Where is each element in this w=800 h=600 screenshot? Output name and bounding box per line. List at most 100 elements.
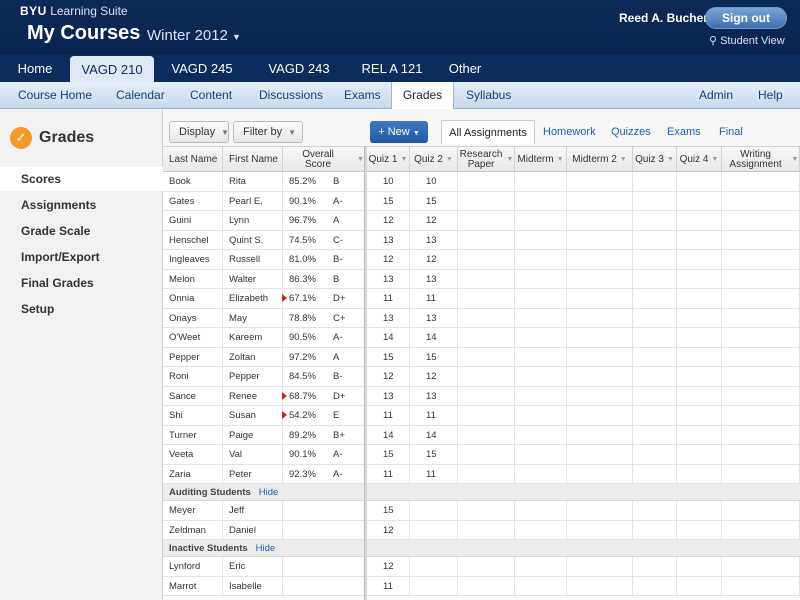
empty-score-cell[interactable] xyxy=(515,445,567,465)
quiz1-score-cell[interactable]: 12 xyxy=(367,557,410,577)
table-row[interactable]: Turner Paige 89.2% B+ 14 14 xyxy=(163,425,800,445)
column-header-quiz-2[interactable]: Quiz 2 ▼ xyxy=(410,147,458,172)
table-row[interactable]: O'Weet Kareem 90.5% A- 14 14 xyxy=(163,328,800,348)
table-row[interactable]: Veeta Val 90.1% A- 15 15 xyxy=(163,445,800,465)
quiz2-score-cell[interactable]: 13 xyxy=(410,308,458,328)
hide-link[interactable]: Hide xyxy=(259,487,279,498)
empty-score-cell[interactable] xyxy=(567,406,633,426)
empty-score-cell[interactable] xyxy=(515,406,567,426)
empty-score-cell[interactable] xyxy=(677,172,722,192)
empty-score-cell[interactable] xyxy=(722,211,800,231)
sidebar-item-grade-scale[interactable]: Grade Scale xyxy=(0,219,163,243)
quiz2-score-cell[interactable]: 15 xyxy=(410,191,458,211)
empty-score-cell[interactable] xyxy=(677,576,722,596)
filter-tab-all-assignments[interactable]: All Assignments xyxy=(441,120,535,144)
quiz2-score-cell[interactable]: 15 xyxy=(410,347,458,367)
quiz2-score-cell[interactable]: 13 xyxy=(410,386,458,406)
quiz1-score-cell[interactable]: 13 xyxy=(367,230,410,250)
empty-score-cell[interactable] xyxy=(633,250,677,270)
filter-tab-final-exam[interactable]: Final Exam xyxy=(719,120,771,162)
subnav-help[interactable]: Help xyxy=(758,82,788,109)
empty-score-cell[interactable] xyxy=(458,230,515,250)
quiz2-score-cell[interactable]: 11 xyxy=(410,406,458,426)
empty-score-cell[interactable] xyxy=(458,347,515,367)
empty-score-cell[interactable] xyxy=(677,445,722,465)
empty-score-cell[interactable] xyxy=(722,347,800,367)
empty-score-cell[interactable] xyxy=(567,172,633,192)
quiz1-score-cell[interactable]: 15 xyxy=(367,445,410,465)
empty-score-cell[interactable] xyxy=(515,367,567,387)
table-row[interactable]: Book Rita 85.2% B 10 10 xyxy=(163,172,800,192)
empty-score-cell[interactable] xyxy=(633,230,677,250)
table-row[interactable]: Henschel Quint S. 74.5% C- 13 13 xyxy=(163,230,800,250)
empty-score-cell[interactable] xyxy=(633,425,677,445)
empty-score-cell[interactable] xyxy=(515,211,567,231)
display-dropdown[interactable]: Display ▼ xyxy=(169,121,229,143)
quiz1-score-cell[interactable]: 12 xyxy=(367,250,410,270)
column-header-midterm[interactable]: Midterm ▼ xyxy=(515,147,567,172)
filter-dropdown[interactable]: Filter by ▼ xyxy=(233,121,303,143)
chevron-down-icon[interactable]: ▼ xyxy=(357,155,364,165)
quiz1-score-cell[interactable]: 15 xyxy=(367,501,410,521)
empty-score-cell[interactable] xyxy=(677,191,722,211)
empty-score-cell[interactable] xyxy=(722,464,800,484)
empty-score-cell[interactable] xyxy=(515,250,567,270)
empty-score-cell[interactable] xyxy=(677,289,722,309)
pane-divider[interactable] xyxy=(364,147,367,600)
empty-score-cell[interactable] xyxy=(677,347,722,367)
empty-score-cell[interactable] xyxy=(458,464,515,484)
empty-score-cell[interactable] xyxy=(633,520,677,540)
empty-score-cell[interactable] xyxy=(567,520,633,540)
quiz2-score-cell[interactable] xyxy=(410,557,458,577)
empty-score-cell[interactable] xyxy=(677,230,722,250)
empty-score-cell[interactable] xyxy=(567,445,633,465)
empty-score-cell[interactable] xyxy=(458,211,515,231)
empty-score-cell[interactable] xyxy=(722,520,800,540)
filter-tab-exams[interactable]: Exams xyxy=(667,120,701,144)
empty-score-cell[interactable] xyxy=(722,191,800,211)
empty-score-cell[interactable] xyxy=(515,269,567,289)
column-header-quiz-1[interactable]: Quiz 1 ▼ xyxy=(367,147,410,172)
course-tab-vagd-245[interactable]: VAGD 245 xyxy=(154,55,250,82)
empty-score-cell[interactable] xyxy=(515,328,567,348)
subnav-discussions[interactable]: Discussions xyxy=(259,82,323,109)
column-header-quiz-4[interactable]: Quiz 4 ▼ xyxy=(677,147,722,172)
course-tab-other[interactable]: Other xyxy=(436,55,494,82)
empty-score-cell[interactable] xyxy=(515,347,567,367)
empty-score-cell[interactable] xyxy=(677,269,722,289)
empty-score-cell[interactable] xyxy=(633,211,677,231)
empty-score-cell[interactable] xyxy=(722,289,800,309)
empty-score-cell[interactable] xyxy=(677,386,722,406)
empty-score-cell[interactable] xyxy=(515,308,567,328)
quiz2-score-cell[interactable]: 13 xyxy=(410,269,458,289)
empty-score-cell[interactable] xyxy=(515,520,567,540)
empty-score-cell[interactable] xyxy=(677,308,722,328)
empty-score-cell[interactable] xyxy=(722,406,800,426)
table-row[interactable]: Lynford Eric 12 xyxy=(163,557,800,577)
empty-score-cell[interactable] xyxy=(677,520,722,540)
empty-score-cell[interactable] xyxy=(458,328,515,348)
empty-score-cell[interactable] xyxy=(567,308,633,328)
empty-score-cell[interactable] xyxy=(633,576,677,596)
table-row[interactable]: Onays May 78.8% C+ 13 13 xyxy=(163,308,800,328)
quiz1-score-cell[interactable]: 15 xyxy=(367,191,410,211)
empty-score-cell[interactable] xyxy=(633,191,677,211)
quiz2-score-cell[interactable]: 12 xyxy=(410,211,458,231)
quiz2-score-cell[interactable] xyxy=(410,501,458,521)
empty-score-cell[interactable] xyxy=(677,425,722,445)
empty-score-cell[interactable] xyxy=(722,445,800,465)
subnav-admin[interactable]: Admin xyxy=(699,82,739,109)
empty-score-cell[interactable] xyxy=(633,269,677,289)
empty-score-cell[interactable] xyxy=(722,367,800,387)
empty-score-cell[interactable] xyxy=(633,406,677,426)
empty-score-cell[interactable] xyxy=(633,501,677,521)
empty-score-cell[interactable] xyxy=(633,445,677,465)
column-header-midterm-2[interactable]: Midterm 2 ▼ xyxy=(567,147,633,172)
empty-score-cell[interactable] xyxy=(722,269,800,289)
table-row[interactable]: Sance Renee 68.7% D+ 13 13 xyxy=(163,386,800,406)
column-header-quiz-3[interactable]: Quiz 3 ▼ xyxy=(633,147,677,172)
empty-score-cell[interactable] xyxy=(677,250,722,270)
quiz2-score-cell[interactable]: 14 xyxy=(410,425,458,445)
empty-score-cell[interactable] xyxy=(515,557,567,577)
empty-score-cell[interactable] xyxy=(677,464,722,484)
